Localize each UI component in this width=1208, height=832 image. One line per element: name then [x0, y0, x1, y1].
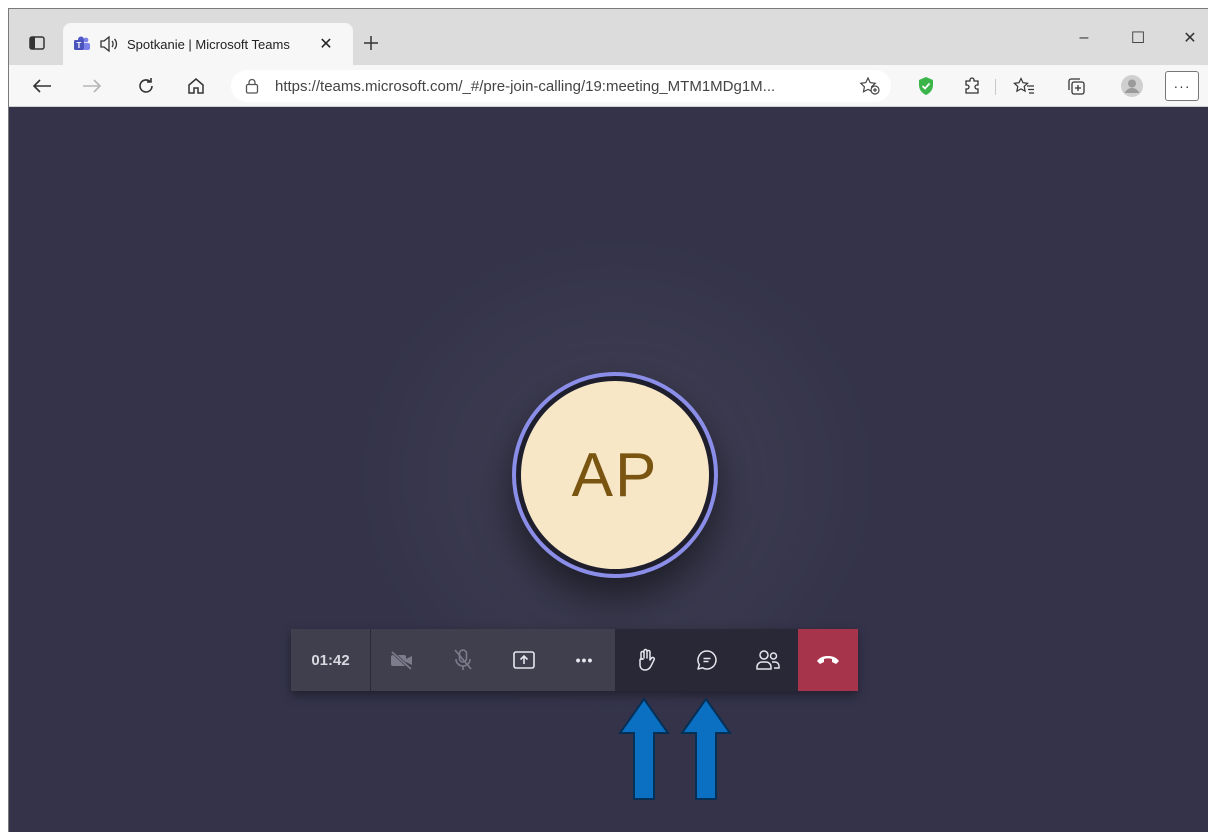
close-window-button[interactable]: ✕: [1175, 25, 1205, 51]
call-controls-bar: 01:42 •••: [291, 629, 858, 691]
avatar-ring: AP: [512, 372, 718, 578]
forward-arrow-icon[interactable]: [77, 71, 107, 101]
browser-tab[interactable]: T Spotkanie | Microsoft Teams ✕: [63, 23, 353, 65]
back-arrow-icon[interactable]: [27, 71, 57, 101]
settings-more-button[interactable]: ···: [1165, 71, 1199, 101]
toolbar-divider: [995, 79, 996, 95]
browser-window: T Spotkanie | Microsoft Teams ✕ – ☐ ✕ ht…: [8, 8, 1208, 832]
collections-icon[interactable]: [1061, 71, 1091, 101]
call-timer: 01:42: [291, 629, 371, 691]
camera-off-icon[interactable]: [371, 629, 432, 691]
minimize-button[interactable]: –: [1069, 25, 1099, 51]
favorites-icon[interactable]: [1009, 71, 1039, 101]
speaker-icon[interactable]: [99, 35, 119, 53]
annotation-arrow-chat: [680, 697, 732, 800]
svg-text:T: T: [77, 41, 82, 50]
home-icon[interactable]: [181, 71, 211, 101]
call-controls-right: [615, 629, 858, 691]
call-controls-left: 01:42 •••: [291, 629, 615, 691]
new-tab-button[interactable]: [359, 31, 383, 55]
maximize-button[interactable]: ☐: [1123, 25, 1153, 51]
lock-icon[interactable]: [245, 77, 263, 95]
browser-toolbar: https://teams.microsoft.com/_#/pre-join-…: [9, 65, 1208, 107]
share-screen-icon[interactable]: [493, 629, 554, 691]
annotation-arrow-raise-hand: [618, 697, 670, 800]
address-bar[interactable]: https://teams.microsoft.com/_#/pre-join-…: [231, 70, 891, 102]
mic-off-icon[interactable]: [432, 629, 493, 691]
raise-hand-icon[interactable]: [615, 629, 676, 691]
hangup-icon[interactable]: [798, 629, 858, 691]
teams-icon: T: [73, 35, 91, 53]
url-text[interactable]: https://teams.microsoft.com/_#/pre-join-…: [275, 78, 835, 95]
shield-icon[interactable]: [911, 71, 941, 101]
more-actions-button[interactable]: •••: [554, 629, 615, 691]
tab-title: Spotkanie | Microsoft Teams: [127, 36, 290, 52]
tab-strip: T Spotkanie | Microsoft Teams ✕ – ☐ ✕: [9, 9, 1208, 65]
chat-icon[interactable]: [676, 629, 737, 691]
profile-icon[interactable]: [1117, 71, 1147, 101]
add-favorite-icon[interactable]: [859, 76, 881, 96]
participants-icon[interactable]: [737, 629, 798, 691]
avatar: AP: [521, 381, 709, 569]
close-icon[interactable]: ✕: [315, 33, 337, 55]
tab-actions-icon[interactable]: [25, 31, 49, 55]
refresh-icon[interactable]: [131, 71, 161, 101]
puzzle-icon[interactable]: [957, 71, 987, 101]
meeting-stage: AP 01:42 •••: [9, 107, 1208, 832]
